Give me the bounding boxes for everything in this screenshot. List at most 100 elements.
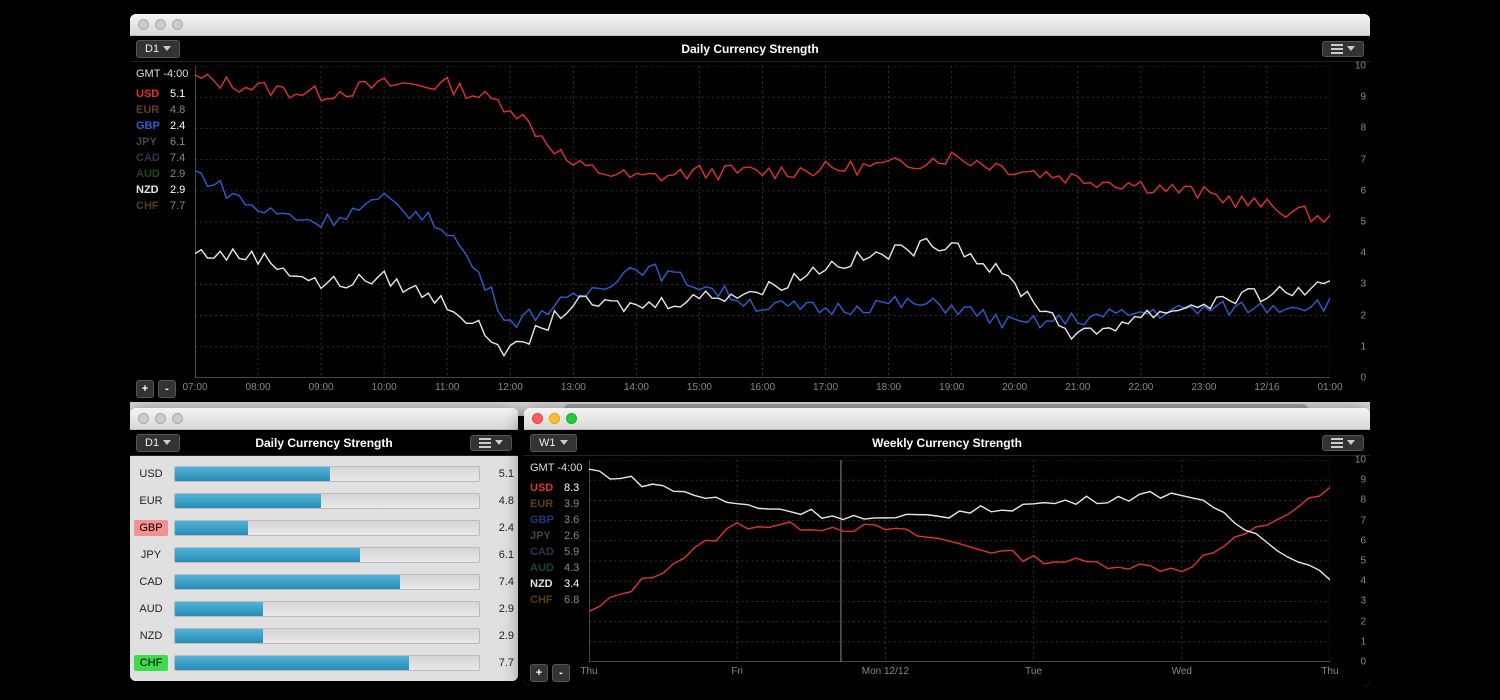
minimize-icon[interactable] [549,413,560,424]
menu-dropdown[interactable] [470,435,512,451]
chevron-down-icon [560,440,568,445]
currency-code: JPY [136,136,164,148]
currency-code: CAD [134,574,168,590]
currency-code: USD [134,466,168,482]
y-tick: 3 [1336,596,1366,607]
x-tick: Tue [1025,666,1042,677]
currency-value: 8.3 [564,482,579,494]
zoom-out-button[interactable]: - [552,664,570,682]
legend-row[interactable]: USD8.3 [530,482,582,494]
y-tick: 5 [1336,556,1366,567]
bar-row[interactable]: AUD2.9 [134,596,514,622]
legend-row[interactable]: CHF7.7 [136,200,188,212]
legend-row[interactable]: AUD2.9 [136,168,188,180]
x-tick: 12/16 [1254,382,1279,393]
legend-row[interactable]: EUR 3.9 [530,498,582,510]
bar-row[interactable]: NZD2.9 [134,623,514,649]
bar-row[interactable]: CAD 7.4 [134,569,514,595]
currency-code: GBP [136,120,164,132]
x-tick: 12:00 [498,382,523,393]
currency-code: AUD [530,562,558,574]
y-tick: 8 [1336,495,1366,506]
zoom-icon[interactable] [172,19,183,30]
currency-value: 3.9 [564,498,579,510]
legend-row[interactable]: CAD5.9 [530,546,582,558]
bar-fill [175,548,360,562]
x-tick: 16:00 [750,382,775,393]
x-tick: 18:00 [876,382,901,393]
y-tick: 7 [1336,515,1366,526]
chart-legend: GMT -4:00 USD8.3EUR3.9GBP3.6JPY2.6CAD5.9… [530,462,582,610]
zoom-out-button[interactable]: - [158,380,176,398]
chart-legend: GMT -4:00 USD5.1 EUR4.8 GBP 2.4 JPY6.1 CAD7.4… [136,68,188,216]
currency-value: 7.4 [486,576,514,588]
close-icon[interactable] [138,413,149,424]
chart-canvas[interactable]: GMT -4:00 USD8.3EUR3.9GBP3.6JPY2.6CAD5.9… [524,456,1370,686]
timeframe-label: D1 [145,43,159,55]
legend-row[interactable]: JPY6.1 [136,136,188,148]
close-icon[interactable] [138,19,149,30]
zoom-in-button[interactable]: + [136,380,154,398]
bar-row[interactable]: GBP2.4 [134,515,514,541]
currency-value: 4.8 [486,495,514,507]
legend-row[interactable]: JPY2.6 [530,530,582,542]
currency-value: 7.7 [486,657,514,669]
legend-row[interactable]: NZD3.4 [530,578,582,590]
minimize-icon[interactable] [155,413,166,424]
y-tick: 10 [1336,455,1366,466]
bar-row[interactable]: EUR4.8 [134,488,514,514]
currency-code: USD [136,88,164,100]
menu-dropdown[interactable] [1322,41,1364,57]
x-tick: 08:00 [246,382,271,393]
y-tick: 8 [1336,123,1366,134]
bar-fill [175,656,409,670]
plus-icon: + [142,383,148,395]
currency-code: AUD [134,601,168,617]
timeframe-label: D1 [145,437,159,449]
timeframe-dropdown[interactable]: W1 [530,434,577,452]
currency-value: 3.6 [564,514,579,526]
bar-row[interactable]: USD5.1 [134,461,514,487]
window-titlebar[interactable] [130,408,518,430]
window-titlebar[interactable] [524,408,1370,430]
menu-icon [479,438,491,448]
chart-title: Daily Currency Strength [681,42,818,56]
bar-track [174,466,480,482]
currency-code: CAD [136,152,164,164]
zoom-icon[interactable] [172,413,183,424]
legend-row[interactable]: GBP 2.4 [136,120,188,132]
legend-row[interactable]: EUR4.8 [136,104,188,116]
legend-row[interactable]: GBP3.6 [530,514,582,526]
legend-row[interactable]: CHF6.8 [530,594,582,606]
close-icon[interactable] [532,413,543,424]
legend-row[interactable]: CAD7.4 [136,152,188,164]
zoom-in-button[interactable]: + [530,664,548,682]
x-tick: Thu [580,666,597,677]
timeframe-dropdown[interactable]: D1 [136,40,180,58]
legend-row[interactable]: AUD4.3 [530,562,582,574]
y-tick: 4 [1336,248,1366,259]
currency-code: JPY [530,530,558,542]
legend-row[interactable]: NZD2.9 [136,184,188,196]
currency-value: 5.9 [564,546,579,558]
bar-row[interactable]: CHF7.7 [134,650,514,676]
legend-row[interactable]: USD5.1 [136,88,188,100]
bar-row[interactable]: JPY6.1 [134,542,514,568]
menu-dropdown[interactable] [1322,435,1364,451]
timeframe-dropdown[interactable]: D1 [136,434,180,452]
currency-value: 7.7 [170,200,185,212]
window-titlebar[interactable] [130,14,1370,36]
chart-toolbar: D1 Daily Currency Strength [130,430,518,456]
y-tick: 1 [1336,636,1366,647]
chart-canvas[interactable]: GMT -4:00 USD5.1 EUR4.8 GBP 2.4 JPY6.1 CAD7.4… [130,62,1370,402]
currency-code: EUR [530,498,558,510]
zoom-icon[interactable] [566,413,577,424]
y-tick: 2 [1336,310,1366,321]
minimize-icon[interactable] [155,19,166,30]
y-tick: 4 [1336,576,1366,587]
bar-track [174,574,480,590]
timezone-label: GMT -4:00 [136,68,188,80]
bar-track [174,520,480,536]
currency-value: 2.4 [170,120,185,132]
x-tick: 10:00 [372,382,397,393]
